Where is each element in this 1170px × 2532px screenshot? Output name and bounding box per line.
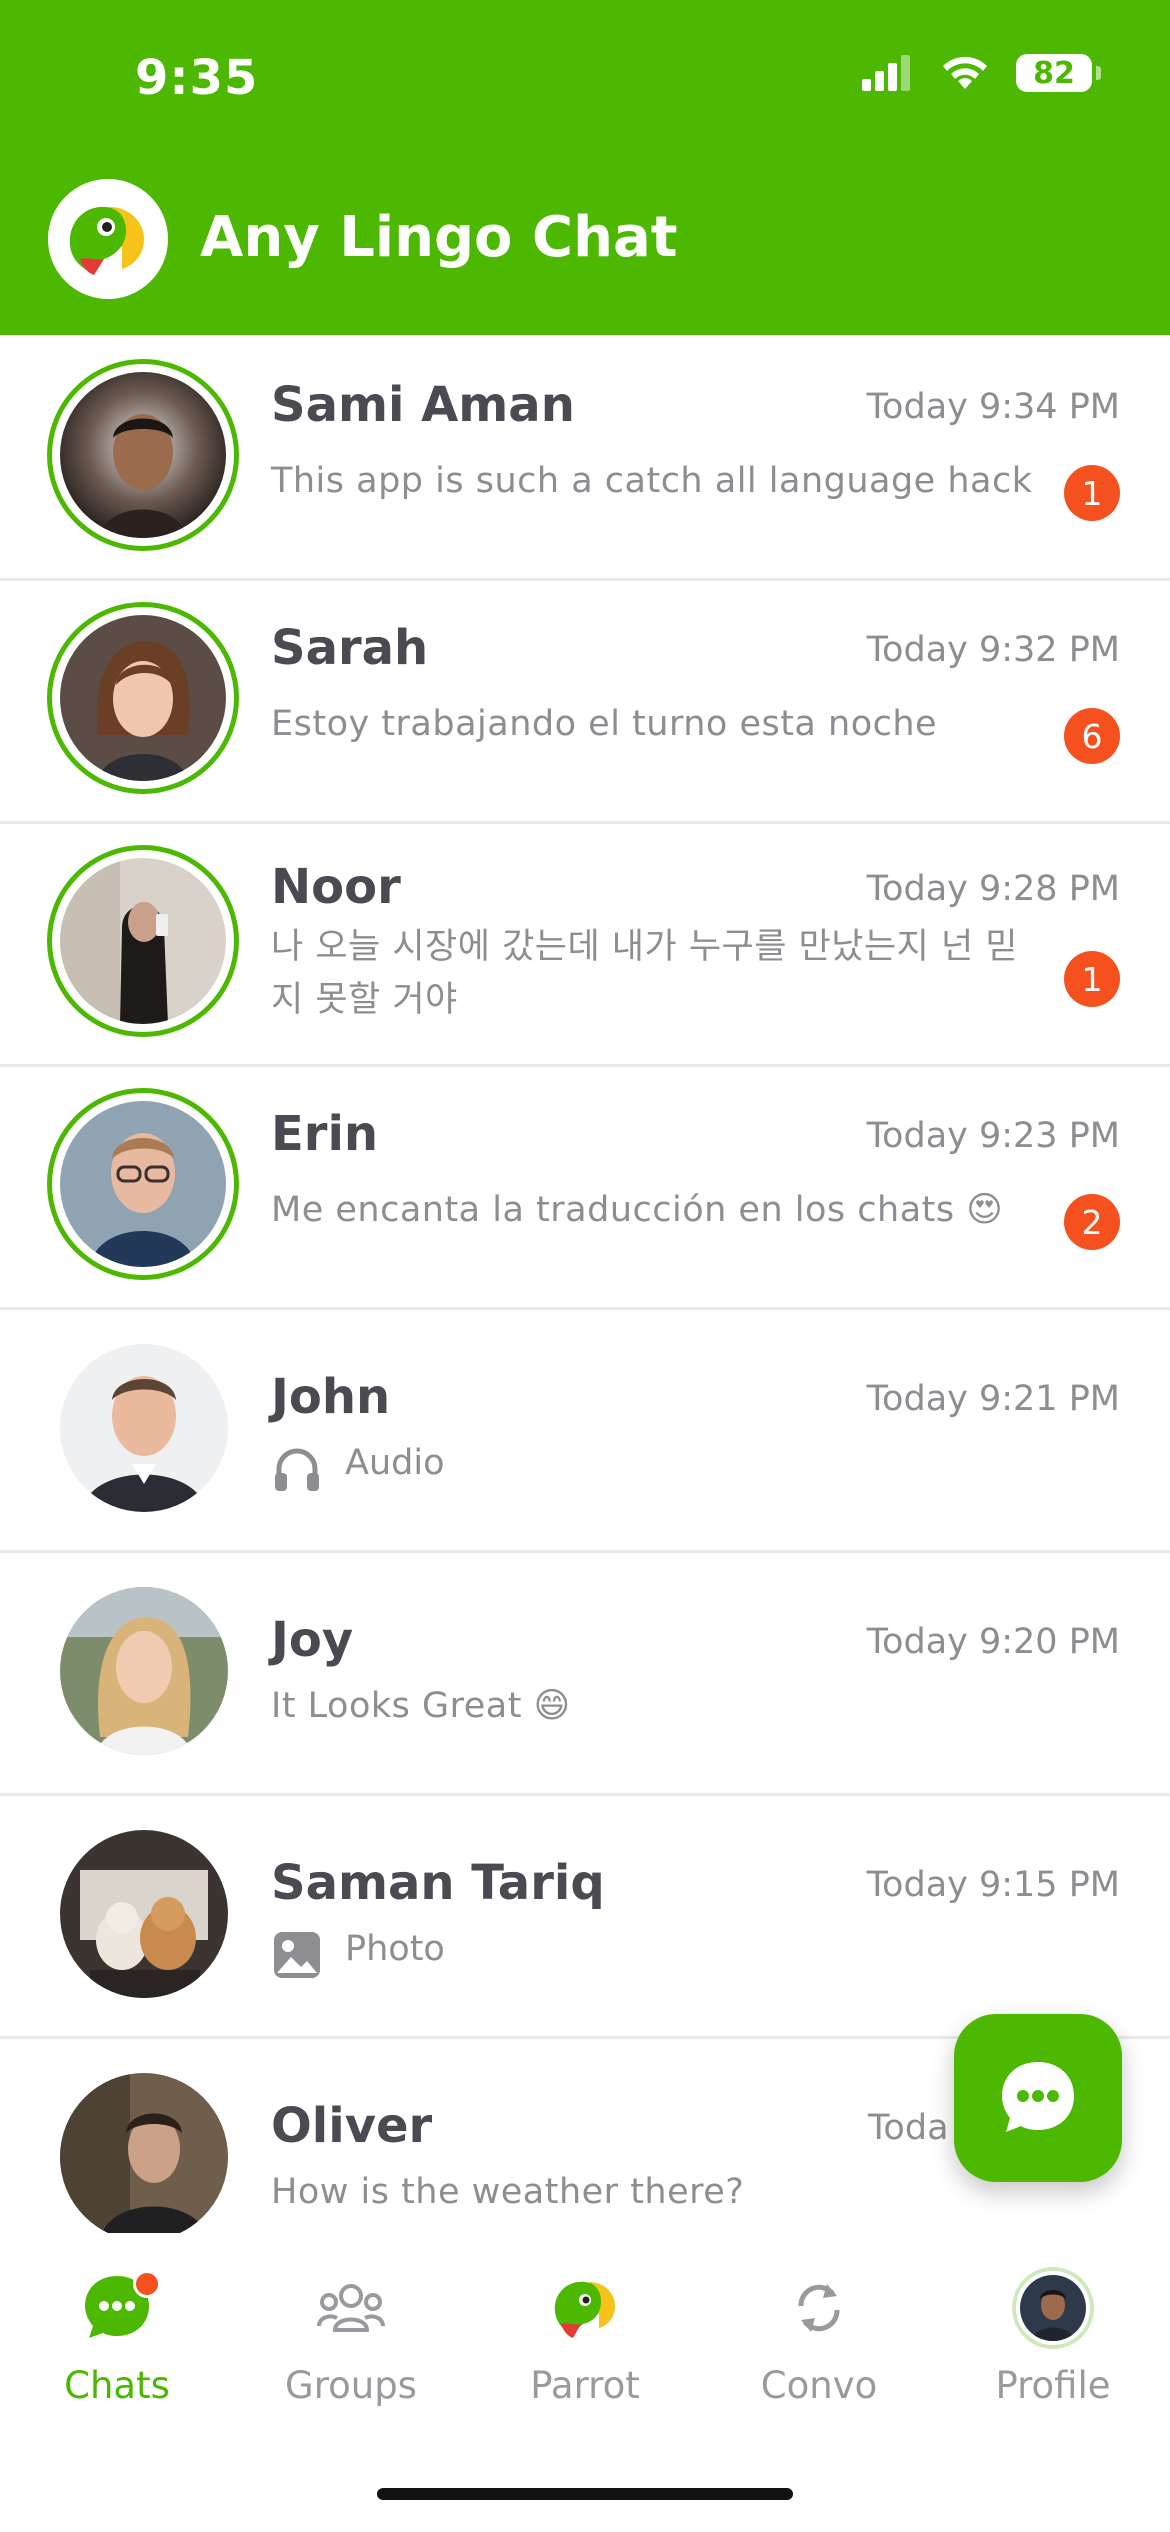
chat-row-erin[interactable]: Erin Today 9:23 PM Me encanta la traducc… bbox=[0, 1064, 1170, 1310]
tab-parrot[interactable]: Parrot bbox=[468, 2258, 702, 2428]
status-time: 9:35 bbox=[135, 50, 259, 106]
avatar[interactable] bbox=[47, 1088, 239, 1280]
home-indicator bbox=[377, 2488, 793, 2500]
parrot-icon bbox=[554, 2281, 615, 2338]
chat-bubble-icon bbox=[1002, 2062, 1074, 2132]
contact-name: Saman Tariq bbox=[271, 1855, 605, 1911]
profile-avatar bbox=[1012, 2267, 1094, 2349]
contact-name: Oliver bbox=[271, 2098, 433, 2154]
unread-badge: 1 bbox=[1064, 465, 1120, 521]
contact-name: John bbox=[271, 1369, 391, 1425]
message-time: Today 9:32 PM bbox=[866, 630, 1120, 670]
app-header: 9:35 82 Any Lingo Chat bbox=[0, 0, 1170, 335]
avatar-photo bbox=[60, 1101, 226, 1267]
avatar-photo bbox=[60, 615, 226, 781]
message-time: Today 9:28 PM bbox=[866, 869, 1120, 909]
tab-label: Profile bbox=[995, 2364, 1111, 2407]
avatar[interactable] bbox=[60, 1830, 228, 1998]
message-time: Today 9:34 PM bbox=[866, 387, 1120, 427]
avatar-photo bbox=[60, 2073, 228, 2233]
message-time: Today 9:23 PM bbox=[866, 1116, 1120, 1156]
unread-badge: 1 bbox=[1064, 951, 1120, 1007]
avatar-photo bbox=[60, 1587, 228, 1755]
message-preview: 나 오늘 시장에 갔는데 내가 누구를 만났는지 넌 믿지 못할 거야 bbox=[271, 927, 1019, 1020]
message-preview: How is the weather there? bbox=[271, 2172, 745, 2212]
contact-name: Sarah bbox=[271, 620, 429, 676]
message-preview: Audio bbox=[345, 1443, 445, 1483]
tab-label: Groups bbox=[285, 2364, 417, 2407]
avatar[interactable] bbox=[60, 1587, 228, 1755]
chat-row-joy[interactable]: Joy Today 9:20 PM It Looks Great 😄 bbox=[0, 1550, 1170, 1796]
wifi-icon bbox=[943, 56, 987, 89]
groups-icon bbox=[317, 2284, 385, 2332]
status-indicators: 82 bbox=[862, 54, 1101, 92]
chat-list[interactable]: Sami Aman Today 9:34 PM This app is such… bbox=[0, 335, 1170, 2233]
tab-label: Chats bbox=[64, 2364, 170, 2407]
message-time: Today 9:21 PM bbox=[866, 1379, 1120, 1419]
avatar[interactable] bbox=[47, 602, 239, 794]
message-preview: It Looks Great 😄 bbox=[271, 1686, 571, 1726]
contact-name: Noor bbox=[271, 859, 401, 915]
battery-level: 82 bbox=[1033, 55, 1075, 91]
headphones-icon bbox=[275, 1448, 319, 1491]
message-time: Today 9:15 PM bbox=[866, 1865, 1120, 1905]
battery-indicator: 82 bbox=[1016, 54, 1101, 92]
message-preview: This app is such a catch all language ha… bbox=[271, 461, 1033, 501]
tab-chats[interactable]: Chats bbox=[0, 2258, 234, 2428]
message-preview: Estoy trabajando el turno esta noche bbox=[271, 704, 938, 744]
message-preview: Photo bbox=[345, 1929, 445, 1969]
avatar-photo bbox=[60, 1830, 228, 1998]
chat-row-saman-tariq[interactable]: Saman Tariq Today 9:15 PM Photo bbox=[0, 1793, 1170, 2039]
unread-badge: 6 bbox=[1064, 708, 1120, 764]
image-icon bbox=[274, 1932, 320, 1978]
new-chat-button[interactable] bbox=[954, 2014, 1122, 2182]
avatar-photo bbox=[60, 372, 226, 538]
notification-dot bbox=[133, 2270, 161, 2298]
chat-row-sami-aman[interactable]: Sami Aman Today 9:34 PM This app is such… bbox=[0, 335, 1170, 581]
message-time: Toda bbox=[868, 2108, 949, 2148]
contact-name: Joy bbox=[271, 1612, 354, 1668]
cellular-signal-icon bbox=[862, 55, 910, 91]
tab-profile[interactable]: Profile bbox=[936, 2258, 1170, 2428]
contact-name: Erin bbox=[271, 1106, 379, 1162]
tab-label: Convo bbox=[760, 2364, 878, 2407]
parrot-logo-icon bbox=[48, 179, 168, 299]
avatar[interactable] bbox=[47, 845, 239, 1037]
sync-icon bbox=[798, 2284, 840, 2332]
unread-badge: 2 bbox=[1064, 1194, 1120, 1250]
avatar[interactable] bbox=[47, 359, 239, 551]
avatar[interactable] bbox=[60, 2073, 228, 2233]
message-time: Today 9:20 PM bbox=[866, 1622, 1120, 1662]
chat-row-john[interactable]: John Today 9:21 PM Audio bbox=[0, 1307, 1170, 1553]
avatar-photo bbox=[60, 1344, 228, 1512]
app-logo bbox=[48, 179, 168, 299]
contact-name: Sami Aman bbox=[271, 377, 575, 433]
app-title: Any Lingo Chat bbox=[200, 205, 678, 270]
chat-row-noor[interactable]: Noor Today 9:28 PM 나 오늘 시장에 갔는데 내가 누구를 만… bbox=[0, 821, 1170, 1067]
message-preview: Me encanta la traducción en los chats 😍 bbox=[271, 1190, 1004, 1230]
tab-convo[interactable]: Convo bbox=[702, 2258, 936, 2428]
avatar-photo bbox=[60, 858, 226, 1024]
chat-row-sarah[interactable]: Sarah Today 9:32 PM Estoy trabajando el … bbox=[0, 578, 1170, 824]
tab-label: Parrot bbox=[530, 2364, 640, 2407]
avatar[interactable] bbox=[60, 1344, 228, 1512]
tab-groups[interactable]: Groups bbox=[234, 2258, 468, 2428]
